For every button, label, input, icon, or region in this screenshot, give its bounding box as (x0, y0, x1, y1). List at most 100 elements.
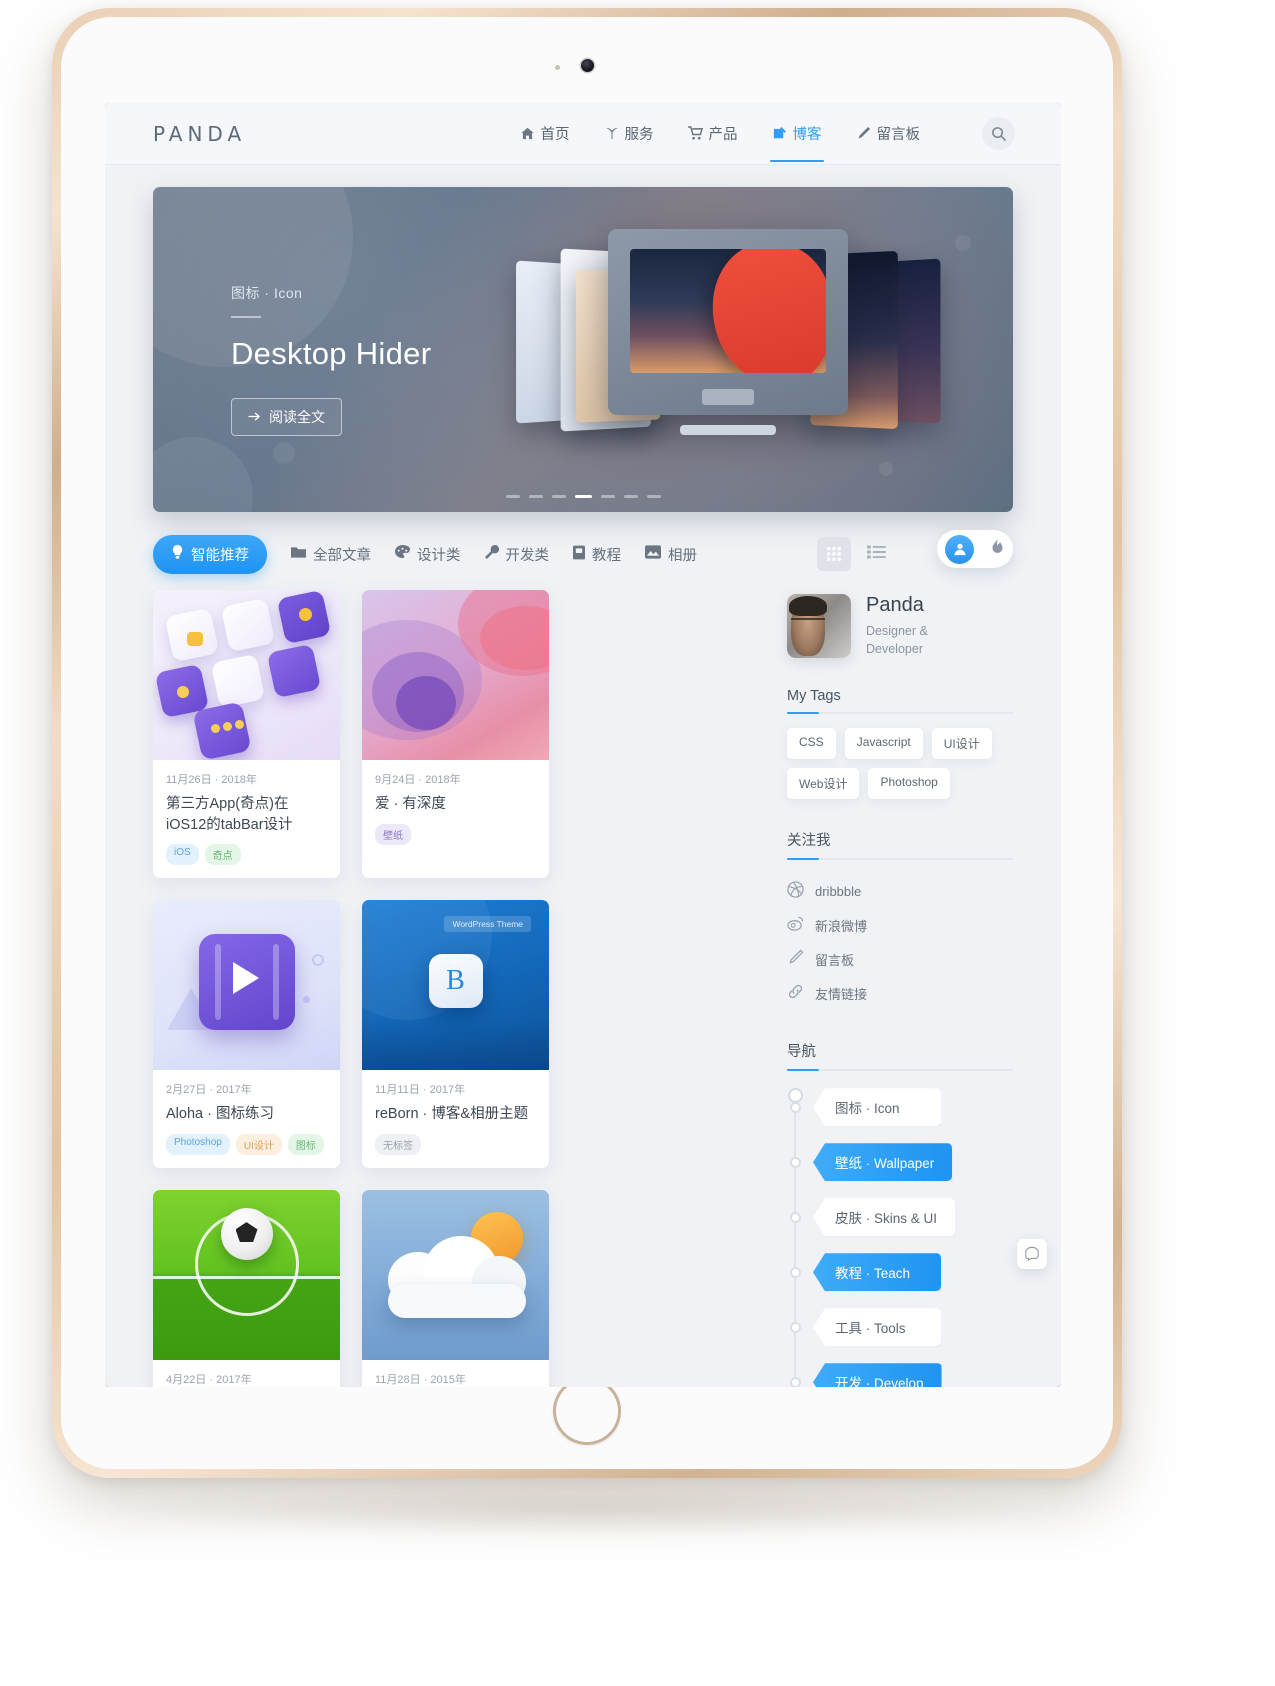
article-card[interactable]: 11月28日 · 2015年 教程 · 介绍一种绘制方法 Photoshop (362, 1190, 549, 1387)
hero-carousel-dots[interactable] (153, 494, 1013, 498)
hero-button-label: 阅读全文 (269, 409, 325, 425)
nav-item-blog[interactable]: 博客 (769, 105, 824, 162)
follow-link-label: 友情链接 (815, 986, 868, 1002)
article-tag[interactable]: 无标签 (375, 1134, 421, 1156)
nav-item-guestbook[interactable]: 留言板 (854, 105, 923, 162)
filter-label: 开发类 (505, 547, 550, 564)
book-icon (573, 545, 585, 564)
article-card[interactable]: WordPress Theme B 11月11日 · 2017年 reBorn … (362, 900, 549, 1169)
my-tag[interactable]: Web设计 (787, 768, 860, 800)
search-icon[interactable] (982, 117, 1015, 150)
carousel-dot[interactable] (623, 494, 638, 498)
profile-role-line: Developer (866, 642, 923, 657)
nav-chip-teach[interactable]: 教程 · Teach (813, 1253, 941, 1292)
nav-chip-icon[interactable]: 图标 · Icon (813, 1088, 941, 1127)
nav-chip-develop[interactable]: 开发 · Develop (813, 1363, 942, 1387)
article-tag[interactable]: iOS (166, 844, 199, 866)
grid-view-icon[interactable] (817, 537, 851, 571)
article-title: reBorn · 博客&相册主题 (375, 1106, 529, 1123)
my-tag[interactable]: UI设计 (931, 728, 992, 760)
article-card[interactable]: 2月27日 · 2017年 Aloha · 图标练习 Photoshop UI设… (153, 900, 340, 1169)
dribbble-icon (787, 881, 804, 901)
filter-label: 教程 (592, 547, 621, 564)
section-underline (787, 1069, 1013, 1072)
follow-link-label: dribbble (815, 883, 862, 899)
article-thumbnail (362, 1190, 549, 1361)
pen-icon (787, 949, 804, 969)
filter-design[interactable]: 设计类 (395, 544, 461, 565)
article-tag[interactable]: UI设计 (235, 1134, 282, 1156)
my-tags-list: CSS Javascript UI设计 Web设计 Photoshop (787, 728, 1013, 800)
hero-read-more-button[interactable]: 阅读全文 (231, 398, 342, 436)
filter-album[interactable]: 相册 (645, 544, 697, 565)
nav-chip-wallpaper[interactable]: 壁纸 · Wallpaper (813, 1143, 953, 1182)
section-underline (787, 858, 1013, 861)
article-card[interactable]: 11月26日 · 2018年 第三方App(奇点)在iOS12的tabBar设计… (153, 590, 340, 879)
article-card[interactable]: 4月22日 · 2017年 Football手机壁纸 壁纸 (153, 1190, 340, 1387)
timeline-node (790, 1266, 801, 1278)
nav-chip-tools[interactable]: 工具 · Tools (813, 1308, 941, 1347)
site-header: PANDA 首页 服务 产品 博客 留言板 (105, 103, 1061, 165)
flame-icon[interactable] (990, 538, 1005, 560)
carousel-dot[interactable] (528, 494, 543, 498)
my-tag[interactable]: CSS (787, 728, 836, 760)
site-logo[interactable]: PANDA (153, 122, 246, 146)
article-thumbnail (153, 1190, 340, 1361)
home-icon (520, 126, 535, 141)
follow-link-weibo[interactable]: 新浪微博 (787, 908, 1013, 942)
nav-item-home[interactable]: 首页 (518, 105, 572, 162)
timeline-row: 壁纸 · Wallpaper (790, 1143, 1013, 1182)
hero-decor-blob (273, 442, 295, 464)
carousel-dot[interactable] (646, 494, 661, 498)
filter-label: 设计类 (417, 547, 461, 564)
timeline-row: 开发 · Develop (790, 1363, 1013, 1387)
article-card-body: 11月28日 · 2015年 教程 · 介绍一种绘制方法 Photoshop (362, 1360, 549, 1387)
list-view-icon[interactable] (867, 544, 886, 565)
filter-all-articles[interactable]: 全部文章 (291, 544, 371, 565)
bulb-icon (171, 545, 184, 563)
front-camera (581, 59, 594, 72)
article-tag[interactable]: 壁纸 (375, 824, 411, 845)
carousel-dot[interactable] (600, 494, 615, 498)
filter-label: 全部文章 (313, 547, 371, 564)
article-date: 9月24日 · 2018年 (375, 774, 461, 786)
follow-link-guestbook[interactable]: 留言板 (787, 942, 1013, 976)
article-tag[interactable]: 图标 (287, 1134, 324, 1156)
filter-development[interactable]: 开发类 (484, 544, 550, 565)
user-icon[interactable] (945, 534, 974, 564)
hero-kicker: 图标 · Icon (231, 285, 303, 301)
nav-item-service[interactable]: 服务 (602, 105, 656, 162)
article-card-body: 11月11日 · 2017年 reBorn · 博客&相册主题 无标签 (362, 1070, 549, 1168)
weibo-icon (787, 915, 804, 935)
palette-icon (395, 545, 410, 563)
my-tag[interactable]: Javascript (844, 728, 923, 760)
nav-label: 产品 (708, 127, 738, 143)
article-tag[interactable]: Photoshop (166, 1134, 230, 1156)
carousel-dot[interactable] (551, 494, 566, 498)
home-button[interactable] (553, 1377, 621, 1445)
carousel-dot-active[interactable] (574, 494, 592, 498)
article-tags: 壁纸 (375, 824, 536, 845)
article-date: 2月27日 · 2017年 (166, 1084, 252, 1097)
photo-icon (645, 545, 661, 563)
content-area: 11月26日 · 2018年 第三方App(奇点)在iOS12的tabBar设计… (153, 590, 1013, 1387)
article-tag[interactable]: 奇点 (204, 844, 241, 866)
carousel-dot[interactable] (505, 494, 520, 498)
nav-chip-skins[interactable]: 皮肤 · Skins & UI (813, 1198, 956, 1237)
hero-banner[interactable]: 图标 · Icon Desktop Hider 阅读全文 (153, 187, 1013, 512)
timeline-row: 皮肤 · Skins & UI (790, 1198, 1013, 1237)
article-tags: Photoshop UI设计 图标 (166, 1134, 327, 1156)
chat-support-icon[interactable] (1017, 1239, 1047, 1269)
my-tag[interactable]: Photoshop (868, 768, 950, 800)
article-card-body: 11月26日 · 2018年 第三方App(奇点)在iOS12的tabBar设计… (153, 760, 340, 878)
nav-label: 首页 (540, 127, 570, 143)
filter-tutorial[interactable]: 教程 (573, 544, 621, 565)
timeline-row: 教程 · Teach (790, 1253, 1013, 1292)
filter-smart-recommend[interactable]: 智能推荐 (153, 534, 267, 574)
article-title: 爱 · 有深度 (375, 796, 446, 812)
section-underline (787, 712, 1013, 715)
follow-link-friends[interactable]: 友情链接 (787, 976, 1013, 1010)
article-card[interactable]: 9月24日 · 2018年 爱 · 有深度 壁纸 (362, 590, 549, 879)
nav-item-products[interactable]: 产品 (686, 105, 740, 162)
follow-link-dribbble[interactable]: dribbble (787, 874, 1013, 908)
